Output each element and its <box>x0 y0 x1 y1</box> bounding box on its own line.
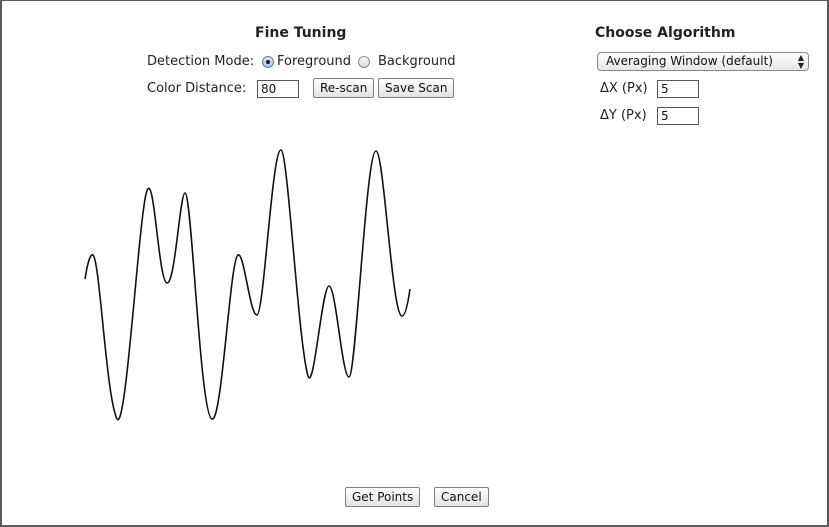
dy-input[interactable] <box>657 107 699 125</box>
color-distance-label: Color Distance: <box>147 81 247 96</box>
dx-input[interactable] <box>657 80 699 98</box>
radio-selected-dot <box>266 60 270 64</box>
fine-tuning-title: Fine Tuning <box>255 25 347 41</box>
detection-mode-label: Detection Mode: <box>147 54 255 69</box>
dy-label: ΔY (Px) <box>600 108 647 123</box>
scan-preview-canvas <box>84 149 411 421</box>
algorithm-select[interactable]: Averaging Window (default) ▲ ▼ <box>597 52 809 71</box>
dx-label: ΔX (Px) <box>600 81 648 96</box>
algorithm-select-value: Averaging Window (default) <box>606 54 773 68</box>
rescan-button[interactable]: Re-scan <box>313 78 375 98</box>
cancel-button[interactable]: Cancel <box>434 487 489 507</box>
foreground-radio-label[interactable]: Foreground <box>277 54 351 69</box>
fine-tuning-dialog: Fine Tuning Detection Mode: Foreground B… <box>0 0 829 527</box>
foreground-radio[interactable] <box>262 56 274 68</box>
choose-algorithm-title: Choose Algorithm <box>595 25 736 41</box>
scanned-curve <box>84 149 411 421</box>
get-points-button[interactable]: Get Points <box>345 487 421 507</box>
background-radio[interactable] <box>358 56 370 68</box>
select-arrows-icon: ▲ ▼ <box>797 53 804 70</box>
background-radio-label[interactable]: Background <box>378 54 456 69</box>
color-distance-input[interactable] <box>257 80 299 98</box>
save-scan-button[interactable]: Save Scan <box>378 78 455 98</box>
